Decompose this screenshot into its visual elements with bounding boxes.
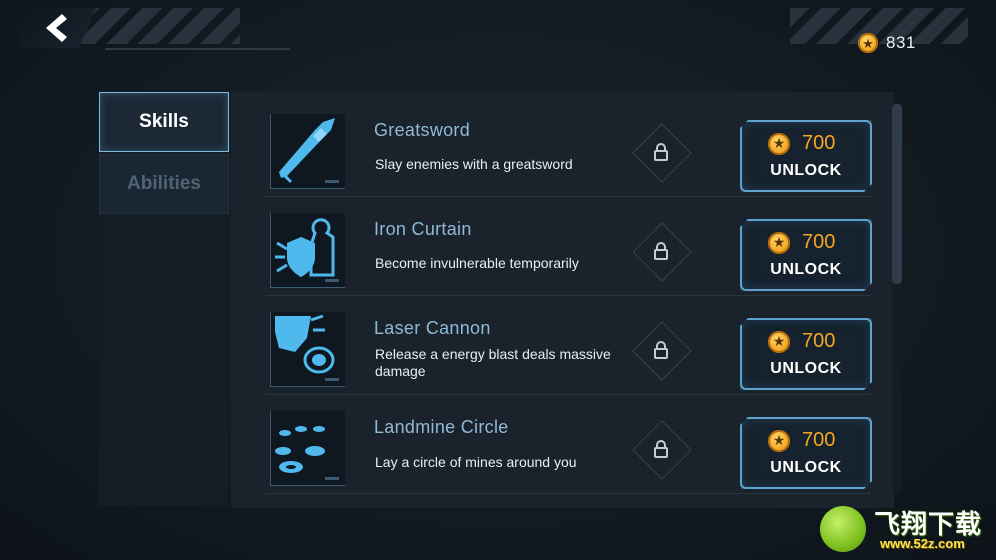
tab-skills[interactable]: Skills: [99, 92, 229, 152]
unlock-button[interactable]: ★ 700 UNLOCK: [740, 219, 872, 291]
star-coin-icon: ★: [768, 133, 790, 155]
skill-description: Become invulnerable temporarily: [375, 255, 579, 271]
category-sidebar: Skills Abilities: [99, 92, 229, 506]
unlock-button[interactable]: ★ 700 UNLOCK: [740, 120, 872, 192]
star-coin-icon: ★: [768, 232, 790, 254]
star-coin-icon: ★: [768, 430, 790, 452]
laser-cannon-icon: [270, 312, 345, 387]
watermark-url: www.52z.com: [880, 536, 965, 551]
skill-title: Iron Curtain: [374, 219, 472, 239]
price-value: 700: [802, 132, 836, 154]
currency-amount: 831: [886, 33, 916, 52]
price: ★ 700: [768, 330, 835, 353]
skill-row-laser-cannon: Laser Cannon Release a energy blast deal…: [266, 296, 870, 395]
watermark: 飞翔下载 www.52z.com: [820, 500, 996, 560]
unlock-button[interactable]: ★ 700 UNLOCK: [740, 318, 872, 390]
currency-display: ★ 831: [858, 33, 916, 53]
skill-description: Release a energy blast deals massive dam…: [375, 346, 611, 379]
star-coin-icon: ★: [858, 33, 878, 53]
unlock-label: UNLOCK: [770, 261, 842, 278]
header-underline: [105, 48, 290, 50]
lock-icon: [654, 440, 668, 458]
skill-row-greatsword: Greatsword Slay enemies with a greatswor…: [266, 98, 870, 197]
star-coin-icon: ★: [768, 331, 790, 353]
skill-title: Greatsword: [374, 120, 471, 140]
landmine-icon: [270, 411, 345, 486]
price-value: 700: [802, 330, 836, 352]
leaf-logo-icon: [820, 506, 866, 552]
skill-title: Landmine Circle: [374, 417, 509, 437]
unlock-label: UNLOCK: [770, 162, 842, 179]
skill-title: Laser Cannon: [374, 318, 491, 338]
back-arrow-icon: [46, 14, 67, 42]
lock-icon: [654, 341, 668, 359]
lock-icon: [654, 242, 668, 260]
price: ★ 700: [768, 231, 835, 254]
skill-row-iron-curtain: Iron Curtain Become invulnerable tempora…: [266, 197, 870, 296]
skill-description: Slay enemies with a greatsword: [375, 156, 573, 172]
greatsword-icon: [270, 114, 345, 189]
tab-label: Abilities: [127, 173, 201, 194]
header-decoration-left: [80, 8, 240, 44]
skill-row-landmine-circle: Landmine Circle Lay a circle of mines ar…: [266, 395, 870, 494]
price-value: 700: [802, 429, 836, 451]
price-value: 700: [802, 231, 836, 253]
unlock-button[interactable]: ★ 700 UNLOCK: [740, 417, 872, 489]
tab-abilities[interactable]: Abilities: [99, 154, 229, 214]
scrollbar-thumb[interactable]: [892, 104, 902, 284]
skill-description: Lay a circle of mines around you: [375, 454, 577, 470]
shield-figure-icon: [270, 213, 345, 288]
tab-label: Skills: [139, 111, 189, 132]
price: ★ 700: [768, 132, 835, 155]
price: ★ 700: [768, 429, 835, 452]
lock-icon: [654, 143, 668, 161]
unlock-label: UNLOCK: [770, 459, 842, 476]
unlock-label: UNLOCK: [770, 360, 842, 377]
